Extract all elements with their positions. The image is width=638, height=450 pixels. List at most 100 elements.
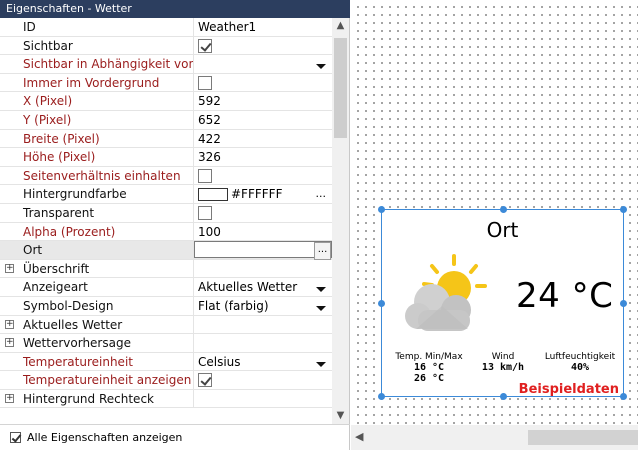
checkbox-unchecked[interactable] xyxy=(198,205,212,220)
value-text: Aktuelles Wetter xyxy=(198,280,298,295)
property-grid: ID Weather1 Sichtbar Sichtbar in Abhängigke… xyxy=(0,18,332,424)
dropdown-arrow-icon[interactable] xyxy=(316,64,326,70)
row-gutter xyxy=(0,167,19,185)
expand-plus-icon[interactable]: + xyxy=(5,394,14,404)
row-gutter xyxy=(0,18,19,36)
stat-value-max: 26 °C xyxy=(413,373,445,384)
properties-panel: Eigenschaften - Wetter ID Weather1 Sichtba… xyxy=(0,0,350,450)
property-row[interactable]: + Aktuelles Wetter xyxy=(0,315,332,335)
property-value[interactable]: 422 xyxy=(194,130,332,148)
property-value[interactable] xyxy=(194,334,332,352)
resize-handle-e[interactable] xyxy=(620,300,627,307)
property-value[interactable]: Celsius xyxy=(194,353,332,371)
resize-handle-nw[interactable] xyxy=(378,206,385,213)
property-row[interactable]: Y (Pixel) 652 xyxy=(0,110,332,130)
property-name: Temperatureinheit anzeigen xyxy=(19,371,194,389)
horizontal-scrollbar-thumb[interactable] xyxy=(528,430,638,445)
row-gutter xyxy=(0,55,19,73)
checkbox-checked[interactable] xyxy=(198,38,212,53)
weather-widget[interactable]: Ort 24 °C Temp. Min/Max 16 °C 26 °C Wind… xyxy=(378,206,627,400)
color-swatch[interactable] xyxy=(198,188,228,202)
property-row[interactable]: Transparent xyxy=(0,203,332,223)
property-row[interactable]: ID Weather1 xyxy=(0,18,332,37)
property-name: Seitenverhältnis einhalten xyxy=(19,166,194,185)
checkbox-unchecked[interactable] xyxy=(198,75,212,90)
property-row[interactable]: Anzeigeart Aktuelles Wetter xyxy=(0,278,332,297)
property-row[interactable]: + Hintergrund Rechteck xyxy=(0,389,332,409)
property-value[interactable] xyxy=(194,260,332,278)
property-row[interactable]: + Überschrift xyxy=(0,259,332,279)
checkbox-unchecked[interactable] xyxy=(198,168,212,183)
resize-handle-ne[interactable] xyxy=(620,206,627,213)
horizontal-scrollbar[interactable]: ◀ xyxy=(351,425,638,450)
dropdown-arrow-icon[interactable] xyxy=(316,361,326,367)
property-value[interactable]: 592 xyxy=(194,92,332,110)
property-row[interactable]: Temperatureinheit Celsius xyxy=(0,352,332,372)
property-value[interactable] xyxy=(194,316,332,334)
dropdown-arrow-icon[interactable] xyxy=(316,287,326,293)
property-row[interactable]: Ort... xyxy=(0,241,332,261)
value-text: 592 xyxy=(198,94,221,109)
property-value[interactable]: #FFFFFF... xyxy=(194,185,332,203)
ort-browse-button[interactable]: ... xyxy=(314,242,331,261)
property-value[interactable] xyxy=(194,74,332,92)
property-value[interactable] xyxy=(194,37,332,55)
property-row[interactable]: Höhe (Pixel) 326 xyxy=(0,148,332,167)
property-row[interactable]: Sichtbar in Abhängigkeit von xyxy=(0,55,332,74)
property-value[interactable]: Aktuelles Wetter xyxy=(194,278,332,296)
property-value[interactable] xyxy=(194,55,332,73)
property-value[interactable]: 100 xyxy=(194,223,332,241)
expand-plus-icon[interactable]: + xyxy=(5,264,14,274)
show-all-properties[interactable]: Alle Eigenschaften anzeigen xyxy=(0,424,350,450)
dropdown-arrow-icon[interactable] xyxy=(316,305,326,311)
property-value[interactable]: 326 xyxy=(194,148,332,166)
panel-title: Eigenschaften - Wetter xyxy=(0,0,350,18)
resize-handle-sw[interactable] xyxy=(378,393,385,400)
property-value[interactable] xyxy=(194,371,332,389)
property-row[interactable]: + Wettervorhersage xyxy=(0,334,332,353)
current-temperature: 24 °C xyxy=(516,276,614,316)
scroll-down-icon[interactable]: ▼ xyxy=(332,408,349,424)
property-row[interactable]: Symbol-Design Flat (farbig) xyxy=(0,296,332,316)
scrollbar-thumb[interactable] xyxy=(334,38,347,138)
show-all-properties-checkbox[interactable] xyxy=(10,432,21,443)
property-name: Breite (Pixel) xyxy=(19,129,194,148)
expand-plus-icon[interactable]: + xyxy=(5,319,14,329)
row-gutter xyxy=(0,353,19,371)
property-value[interactable] xyxy=(194,204,332,222)
property-row[interactable]: Temperatureinheit anzeigen xyxy=(0,371,332,390)
vertical-scrollbar[interactable]: ▲ ▼ xyxy=(332,18,349,424)
property-row[interactable]: Sichtbar xyxy=(0,36,332,56)
row-gutter xyxy=(0,241,19,259)
row-gutter xyxy=(0,148,19,166)
resize-handle-s[interactable] xyxy=(500,393,507,400)
property-value[interactable]: Weather1 xyxy=(194,18,332,36)
property-value[interactable]: ... xyxy=(194,241,332,261)
resize-handle-se[interactable] xyxy=(620,393,627,400)
property-name: Temperatureinheit xyxy=(19,352,194,371)
property-value[interactable] xyxy=(194,390,332,408)
scroll-left-icon[interactable]: ◀ xyxy=(355,430,363,443)
color-picker-button[interactable]: ... xyxy=(316,185,327,203)
property-name: Immer im Vordergrund xyxy=(19,73,194,92)
stat-temp-min-max: Temp. Min/Max 16 °C 26 °C xyxy=(390,352,468,384)
property-row[interactable]: X (Pixel) 592 xyxy=(0,92,332,111)
resize-handle-n[interactable] xyxy=(500,206,507,213)
resize-handle-w[interactable] xyxy=(378,300,385,307)
stat-value-humidity: 40% xyxy=(570,362,590,373)
value-text: 422 xyxy=(198,131,221,146)
row-gutter: + xyxy=(0,390,19,408)
row-gutter: + xyxy=(0,334,19,352)
checkbox-checked[interactable] xyxy=(198,373,212,388)
property-row[interactable]: Seitenverhältnis einhalten xyxy=(0,166,332,186)
stat-label: Temp. Min/Max xyxy=(395,352,463,362)
property-value[interactable]: Flat (farbig) xyxy=(194,297,332,315)
property-value[interactable] xyxy=(194,167,332,185)
property-row[interactable]: Alpha (Prozent) 100 xyxy=(0,222,332,242)
expand-plus-icon[interactable]: + xyxy=(5,338,14,348)
scroll-up-icon[interactable]: ▲ xyxy=(332,18,349,34)
property-row[interactable]: Immer im Vordergrund xyxy=(0,73,332,93)
property-row[interactable]: Breite (Pixel) 422 xyxy=(0,129,332,149)
property-value[interactable]: 652 xyxy=(194,111,332,129)
property-row[interactable]: Hintergrundfarbe #FFFFFF... xyxy=(0,185,332,204)
